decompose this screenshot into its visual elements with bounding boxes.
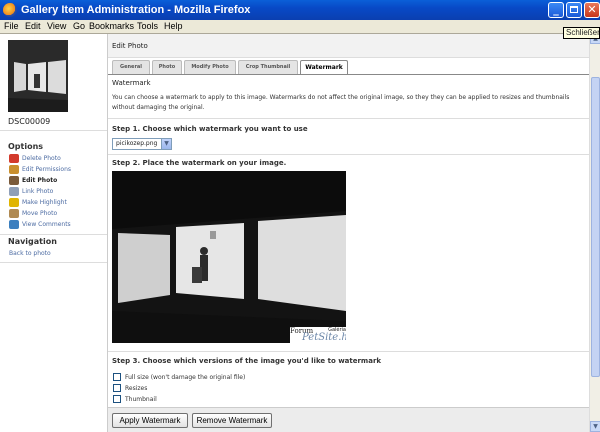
menu-view[interactable]: View <box>47 21 66 31</box>
menu-bookmarks[interactable]: Bookmarks <box>89 21 134 31</box>
highlight-icon <box>9 198 19 207</box>
sidebar-divider <box>0 234 107 235</box>
version-option-label: Full size (won't damage the original fil… <box>125 374 246 381</box>
watermark-overlay[interactable]: Forum PetSite.hu Galéria <box>290 327 346 343</box>
close-tooltip: Schließen <box>563 27 600 39</box>
close-icon: ✕ <box>587 3 597 16</box>
watermark-select-value: picikozep.png <box>116 140 158 147</box>
sidebar-item-label: Move Photo <box>22 210 58 217</box>
resizes-checkbox[interactable] <box>113 384 121 392</box>
maximize-button[interactable] <box>566 2 582 18</box>
sidebar-item-label: Edit Photo <box>22 177 58 184</box>
tab-photo[interactable]: Photo <box>152 60 182 74</box>
tab-general[interactable]: General <box>112 60 150 74</box>
section-title: Watermark <box>112 79 151 87</box>
button-bar: Apply Watermark Remove Watermark <box>108 407 589 432</box>
minimize-icon: _ <box>553 3 559 16</box>
sidebar-item-label: Edit Permissions <box>22 166 72 173</box>
menu-edit[interactable]: Edit <box>25 21 41 31</box>
options-heading: Options <box>8 142 44 151</box>
sidebar-item-label: Link Photo <box>22 188 54 195</box>
version-option-label: Thumbnail <box>125 396 157 403</box>
delete-icon <box>9 154 19 163</box>
watermark-select[interactable]: picikozep.png ▼ <box>112 138 172 150</box>
link-icon <box>9 187 19 196</box>
version-option-label: Resizes <box>125 385 148 392</box>
main-panel: Edit Photo General Photo Modify Photo Cr… <box>108 34 589 432</box>
page-content: DSC00009 Options Delete Photo Edit Permi… <box>0 33 589 432</box>
title-bar: Gallery Item Administration - Mozilla Fi… <box>0 0 600 20</box>
menu-bar: File Edit View Go Bookmarks Tools Help <box>0 20 600 33</box>
move-icon <box>9 209 19 218</box>
tab-crop-thumbnail[interactable]: Crop Thumbnail <box>238 60 298 74</box>
sidebar-item-label: View Comments <box>22 221 71 228</box>
chevron-down-icon[interactable]: ▼ <box>161 139 171 149</box>
maximize-icon <box>570 6 578 13</box>
vertical-scrollbar[interactable]: ▲ ▼ <box>589 33 600 432</box>
watermark-preview-image[interactable]: Forum PetSite.hu Galéria <box>112 171 346 343</box>
watermark-text-galeria: Galéria <box>328 327 346 333</box>
step2-label: Step 2. Place the watermark on your imag… <box>112 159 287 167</box>
navigation-heading: Navigation <box>8 237 57 246</box>
edit-photo-icon <box>9 176 19 185</box>
menu-help[interactable]: Help <box>164 21 183 31</box>
tab-underline <box>108 74 589 75</box>
menu-file[interactable]: File <box>4 21 19 31</box>
comments-icon <box>9 220 19 229</box>
sidebar-item-label: Make Highlight <box>22 199 67 206</box>
menu-go[interactable]: Go <box>73 21 85 31</box>
sidebar: DSC00009 Options Delete Photo Edit Permi… <box>0 34 108 432</box>
section-divider <box>108 154 589 155</box>
page-title: Edit Photo <box>112 42 148 50</box>
watermark-text-site: PetSite.hu <box>302 332 346 343</box>
window-title: Gallery Item Administration - Mozilla Fi… <box>21 4 251 16</box>
menu-tools[interactable]: Tools <box>137 21 158 31</box>
firefox-icon <box>3 3 17 17</box>
minimize-button[interactable]: _ <box>548 2 564 18</box>
full-size-checkbox[interactable] <box>113 373 121 381</box>
step3-label: Step 3. Choose which versions of the ima… <box>112 357 382 365</box>
scrollbar-thumb[interactable] <box>591 77 600 377</box>
step1-label: Step 1. Choose which watermark you want … <box>112 125 308 133</box>
apply-watermark-button[interactable]: Apply Watermark <box>112 413 188 428</box>
photo-thumbnail[interactable] <box>8 40 68 112</box>
remove-watermark-button[interactable]: Remove Watermark <box>192 413 272 428</box>
tab-watermark[interactable]: Watermark <box>300 60 348 75</box>
permissions-icon <box>9 165 19 174</box>
watermark-description: You can choose a watermark to apply to t… <box>112 94 570 111</box>
scroll-down-icon[interactable]: ▼ <box>590 421 600 432</box>
page-header: Edit Photo <box>108 34 589 58</box>
section-divider <box>108 351 589 352</box>
back-to-photo-link[interactable]: Back to photo <box>9 250 51 257</box>
sidebar-item-label: Delete Photo <box>22 155 61 162</box>
section-divider <box>108 118 589 119</box>
sidebar-divider <box>0 130 107 131</box>
thumbnail-checkbox[interactable] <box>113 395 121 403</box>
sidebar-divider <box>0 262 107 263</box>
tab-modify-photo[interactable]: Modify Photo <box>184 60 236 74</box>
thumbnail-caption: DSC00009 <box>8 117 51 126</box>
close-button[interactable]: ✕ <box>584 2 600 18</box>
gallery-photo <box>112 171 346 343</box>
